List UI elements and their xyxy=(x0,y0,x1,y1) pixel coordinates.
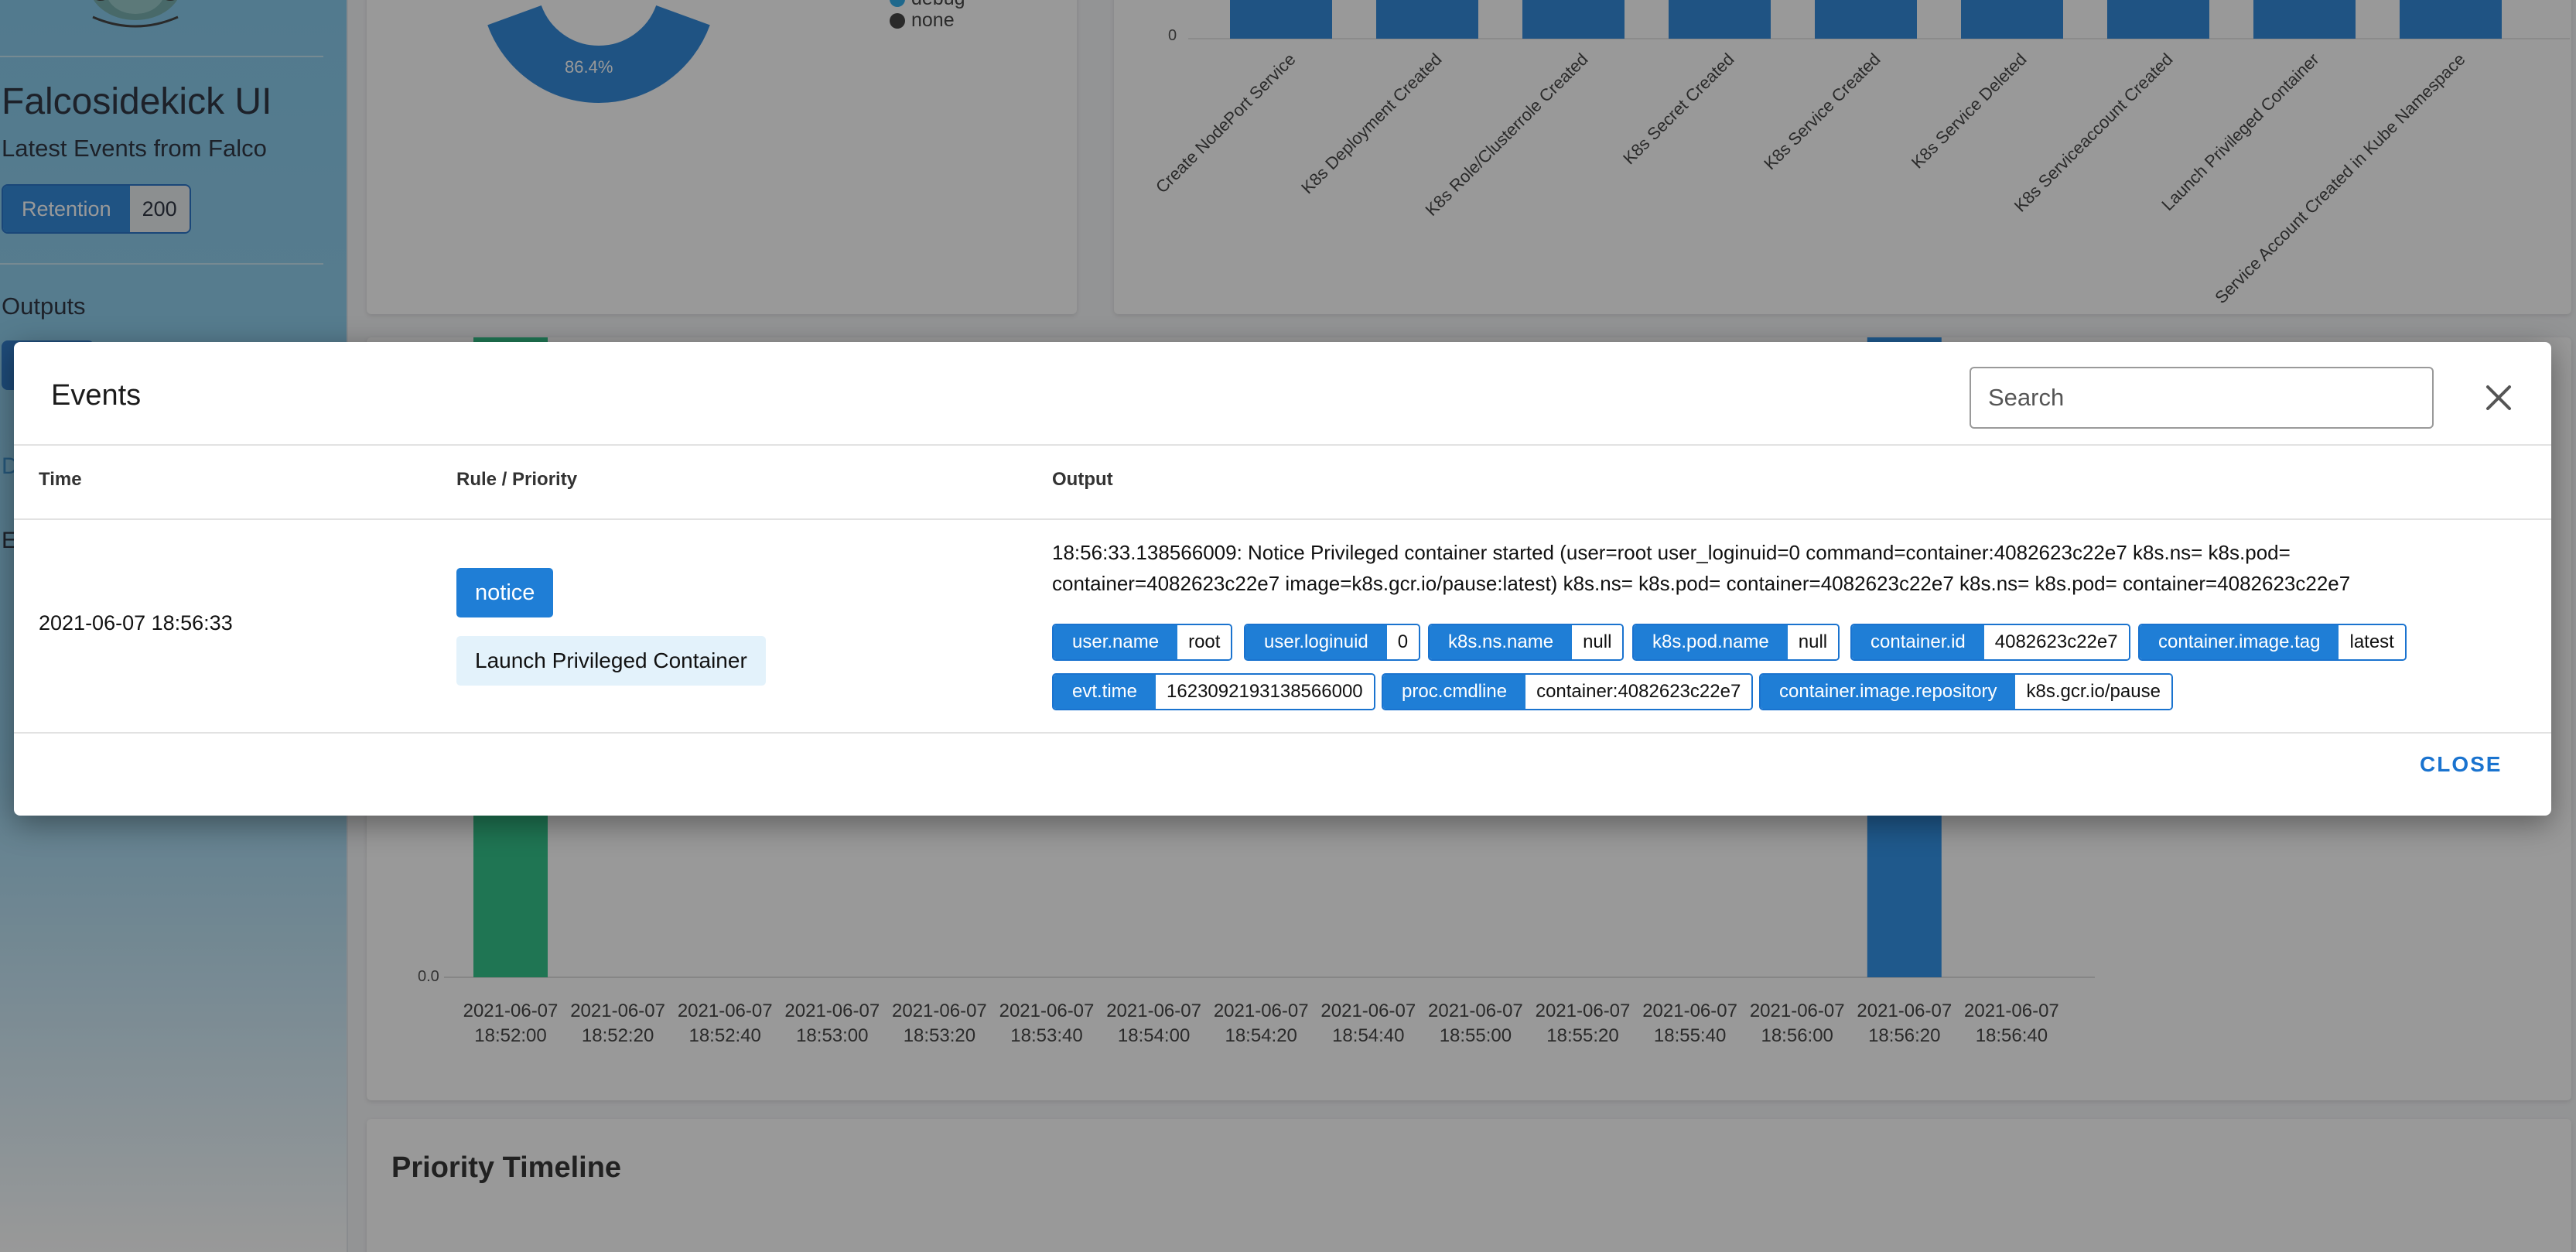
field-value: root xyxy=(1177,625,1232,659)
field-value: 0 xyxy=(1386,625,1420,659)
field-key: k8s.ns.name xyxy=(1430,625,1573,659)
field-key: proc.cmdline xyxy=(1383,675,1526,709)
field-tag-k8s-ns-name[interactable]: k8s.ns.name null xyxy=(1428,624,1625,661)
events-dialog: Events Time Rule / Priority Output 2021-… xyxy=(14,342,2551,816)
field-tag-evt-time[interactable]: evt.time 1623092193138566000 xyxy=(1052,673,1375,710)
field-key: evt.time xyxy=(1054,675,1156,709)
field-key: user.loginuid xyxy=(1245,625,1387,659)
field-key: container.id xyxy=(1852,625,1984,659)
field-key: k8s.pod.name xyxy=(1634,625,1788,659)
dialog-title: Events xyxy=(51,379,142,412)
field-value: latest xyxy=(2339,625,2405,659)
field-key: container.image.tag xyxy=(2140,625,2339,659)
column-header-output[interactable]: Output xyxy=(1052,469,1113,491)
column-header-time[interactable]: Time xyxy=(39,469,82,491)
page: Falcosidekick UI Latest Events from Falc… xyxy=(0,0,2576,1252)
divider xyxy=(14,444,2551,446)
field-value: k8s.gcr.io/pause xyxy=(2015,675,2171,709)
event-output-text: 18:56:33.138566009: Notice Privileged co… xyxy=(1052,541,2351,595)
field-tag-container-id[interactable]: container.id 4082623c22e7 xyxy=(1850,624,2130,661)
field-tag-user-name[interactable]: user.name root xyxy=(1052,624,1233,661)
close-button[interactable]: CLOSE xyxy=(2420,752,2502,777)
field-value: null xyxy=(1572,625,1623,659)
field-value: 4082623c22e7 xyxy=(1983,625,2129,659)
field-value: null xyxy=(1787,625,1839,659)
close-icon[interactable] xyxy=(2479,378,2519,418)
field-tag-user-loginuid[interactable]: user.loginuid 0 xyxy=(1244,624,1421,661)
priority-badge[interactable]: notice xyxy=(456,568,554,617)
event-time: 2021-06-07 18:56:33 xyxy=(39,611,233,635)
field-value: 1623092193138566000 xyxy=(1156,675,1374,709)
rule-badge[interactable]: Launch Privileged Container xyxy=(456,636,766,686)
column-header-rule[interactable]: Rule / Priority xyxy=(456,469,577,491)
search-input[interactable] xyxy=(1970,367,2434,429)
field-tag-k8s-pod-name[interactable]: k8s.pod.name null xyxy=(1632,624,1840,661)
field-tag-container-image-tag[interactable]: container.image.tag latest xyxy=(2138,624,2407,661)
field-tag-proc-cmdline[interactable]: proc.cmdline container:4082623c22e7 xyxy=(1382,673,1754,710)
field-value: container:4082623c22e7 xyxy=(1525,675,1752,709)
field-key: user.name xyxy=(1054,625,1178,659)
divider xyxy=(14,732,2551,734)
field-tag-container-image-repository[interactable]: container.image.repository k8s.gcr.io/pa… xyxy=(1759,673,2173,710)
field-key: container.image.repository xyxy=(1761,675,2016,709)
divider xyxy=(14,518,2551,520)
